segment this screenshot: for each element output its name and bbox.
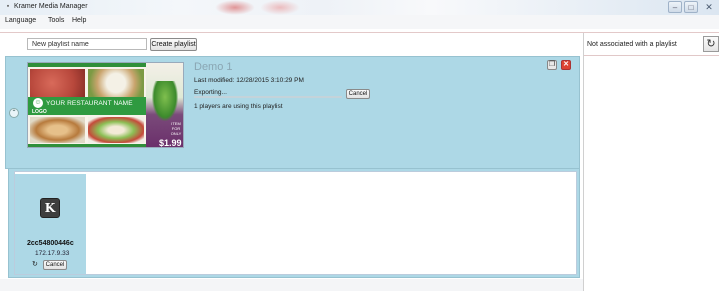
playlist-last-modified: Last modified: 12/28/2015 3:10:29 PM bbox=[194, 77, 304, 84]
create-playlist-button[interactable]: Create playlist bbox=[150, 38, 197, 51]
cancel-player-button[interactable]: Cancel bbox=[43, 260, 67, 270]
sync-icon: ↻ bbox=[32, 261, 38, 268]
playlist-name[interactable]: Demo 1 bbox=[194, 61, 233, 73]
menu-language[interactable]: Language bbox=[5, 17, 36, 24]
menu-help[interactable]: Help bbox=[72, 17, 86, 24]
playlist-players-count: 1 players are using this playlist bbox=[194, 103, 283, 110]
title-bar bbox=[0, 0, 719, 15]
app-icon: ▪ bbox=[6, 3, 10, 10]
menu-bar: Language Tools Help bbox=[0, 15, 719, 29]
new-playlist-name-input[interactable] bbox=[27, 38, 147, 50]
export-progress-bar bbox=[194, 96, 342, 98]
thumbnail-restaurant-name: YOUR RESTAURANT NAME bbox=[46, 100, 133, 107]
thumbnail-logo-text: LOGO bbox=[32, 109, 47, 115]
thumbnail-top-bar bbox=[28, 63, 146, 67]
right-panel-divider bbox=[584, 55, 719, 56]
kramer-logo-icon: K bbox=[40, 198, 60, 218]
thumbnail-promo-text: ITEM FOR ONLY bbox=[170, 121, 182, 136]
title-bar-decoration bbox=[260, 0, 300, 15]
thumbnail-food-image bbox=[88, 117, 144, 143]
window-title: Kramer Media Manager bbox=[14, 3, 88, 10]
thumbnail-price: $1.99 bbox=[159, 138, 182, 148]
status-strip bbox=[0, 279, 583, 291]
toolbar-divider bbox=[0, 32, 719, 33]
playlist-thumbnail[interactable]: ☺ YOUR RESTAURANT NAME LOGO ITEM FOR ONL… bbox=[27, 62, 184, 148]
close-window-button[interactable]: ✕ bbox=[701, 1, 717, 13]
copy-icon[interactable]: ❐ bbox=[547, 60, 557, 70]
player-name: 2cc54800446c bbox=[27, 240, 74, 247]
minimize-button[interactable]: – bbox=[668, 1, 682, 13]
collapse-chevron-icon[interactable]: ⌃ bbox=[9, 108, 19, 118]
thumbnail-food-image bbox=[88, 69, 144, 97]
delete-icon[interactable]: ✕ bbox=[561, 60, 571, 70]
cancel-export-button[interactable]: Cancel bbox=[346, 89, 370, 99]
smiley-logo-icon: ☺ bbox=[33, 98, 43, 108]
panel-separator bbox=[583, 33, 584, 291]
thumbnail-lettuce-image bbox=[152, 81, 178, 121]
thumbnail-food-image bbox=[30, 69, 85, 97]
thumbnail-food-image bbox=[30, 117, 85, 143]
thumbnail-bottom-bar bbox=[28, 144, 146, 147]
refresh-icon[interactable]: ↻ bbox=[703, 36, 719, 52]
export-status: Exporting... bbox=[194, 89, 227, 96]
menu-tools[interactable]: Tools bbox=[48, 17, 64, 24]
title-bar-decoration bbox=[215, 0, 255, 15]
player-card[interactable] bbox=[15, 174, 86, 274]
player-ip: 172.17.9.33 bbox=[35, 250, 70, 257]
maximize-button[interactable]: □ bbox=[684, 1, 698, 13]
players-list bbox=[14, 171, 577, 275]
unassociated-players-label: Not associated with a playlist bbox=[587, 41, 677, 48]
